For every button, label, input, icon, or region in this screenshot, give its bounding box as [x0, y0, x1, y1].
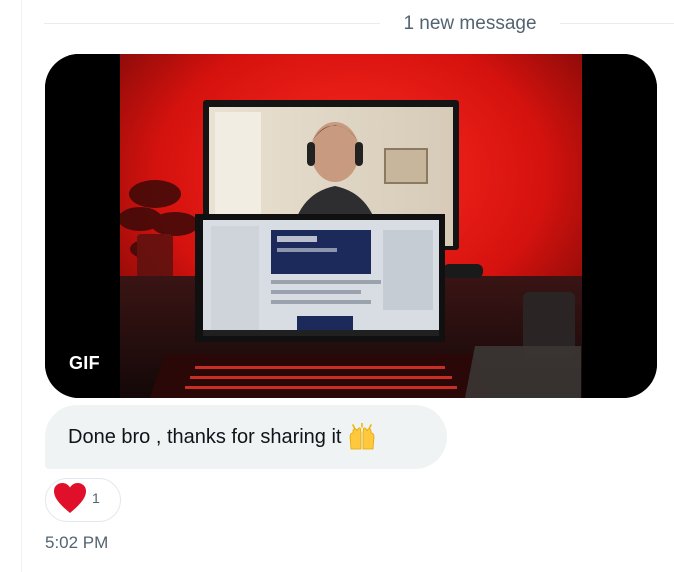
raised-hands-icon — [347, 422, 377, 451]
reaction-count: 1 — [92, 490, 100, 506]
dm-conversation: 1 new message GIF Done bro , thanks for … — [0, 0, 674, 572]
gif-badge: GIF — [69, 353, 100, 373]
new-message-divider-right — [560, 23, 674, 24]
heart-icon — [52, 481, 88, 520]
heart-reaction[interactable]: 1 — [45, 478, 121, 522]
message-bubble[interactable]: Done bro , thanks for sharing it — [45, 405, 447, 469]
new-message-label: 1 new message — [403, 13, 537, 34]
message-timestamp: 5:02 PM — [45, 533, 109, 552]
message-text: Done bro , thanks for sharing it — [68, 426, 342, 448]
gif-preview-image — [45, 54, 657, 398]
gif-attachment[interactable]: GIF — [45, 54, 657, 398]
column-border — [21, 0, 22, 572]
new-message-divider-left — [44, 23, 380, 24]
